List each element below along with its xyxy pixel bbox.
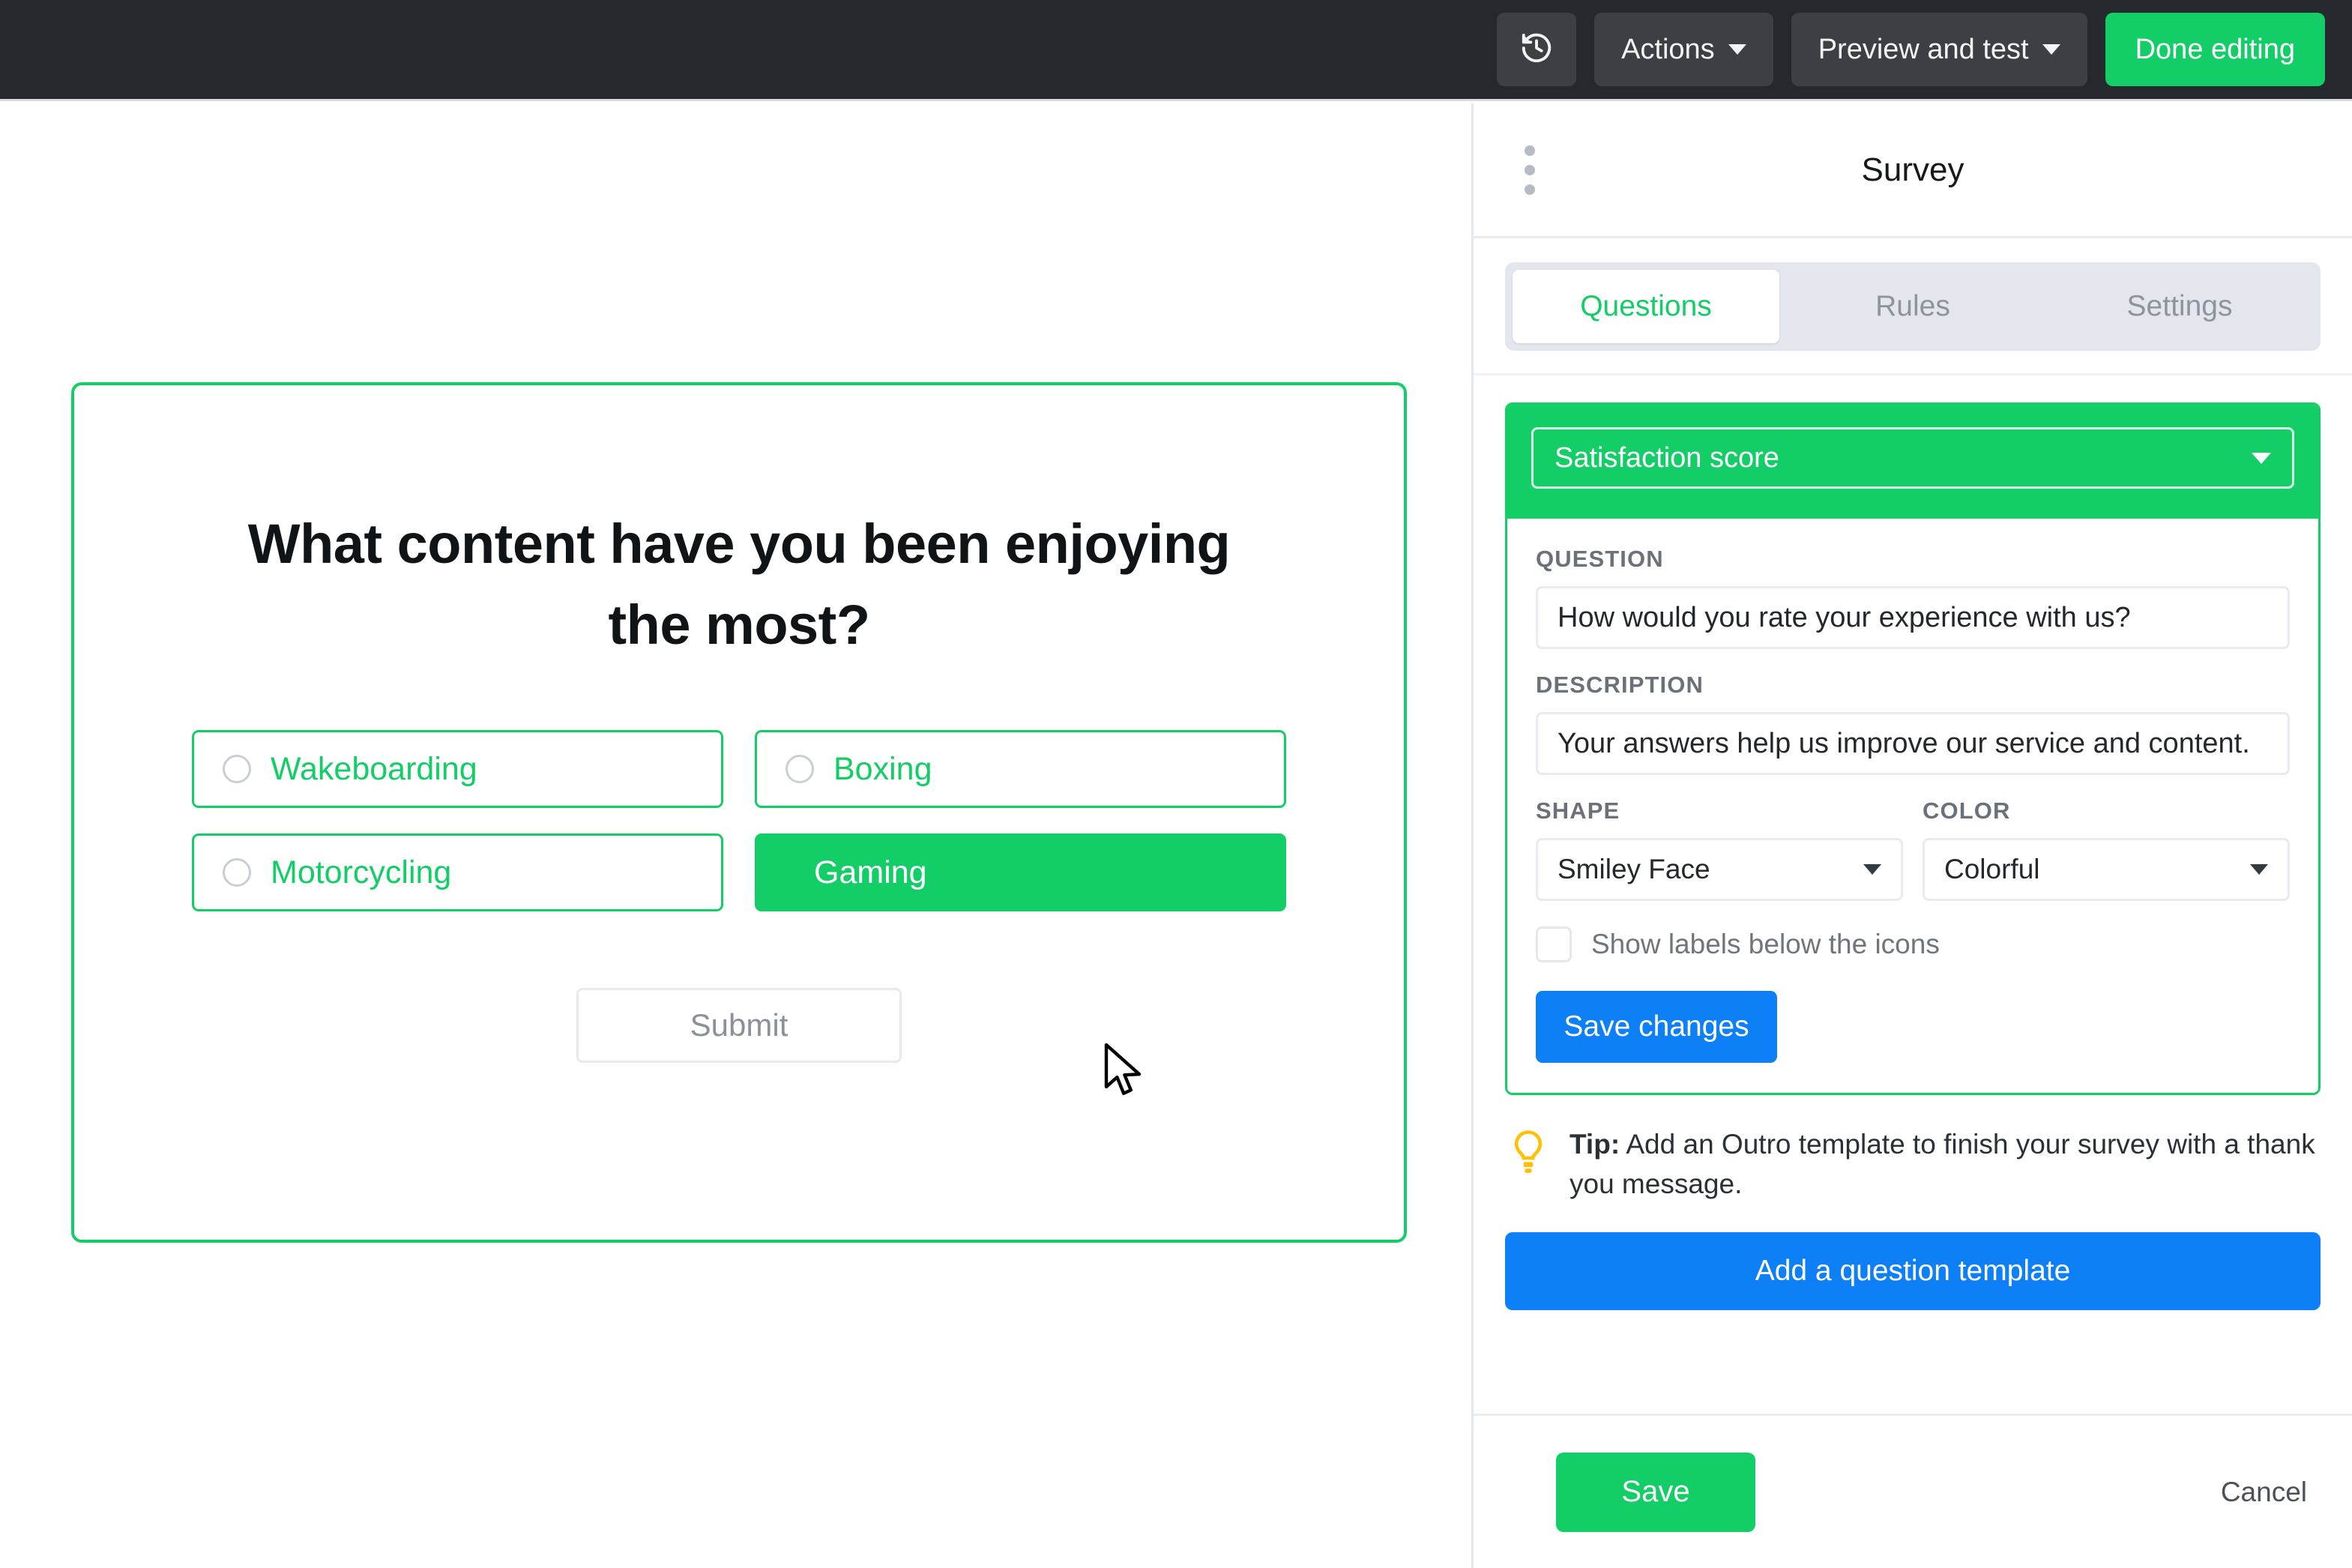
question-input[interactable]: How would you rate your experience with …	[1536, 586, 2290, 649]
more-vertical-icon[interactable]	[1525, 145, 1535, 195]
radio-icon	[223, 858, 251, 887]
preview-label: Preview and test	[1818, 33, 2029, 65]
done-editing-button[interactable]: Done editing	[2105, 13, 2325, 86]
survey-preview-pane: What content have you been enjoying the …	[0, 103, 1471, 1568]
add-question-template-button[interactable]: Add a question template	[1505, 1232, 2321, 1311]
survey-options-grid: Wakeboarding Boxing Motorcycling Gaming	[192, 730, 1286, 912]
chevron-down-icon	[2250, 864, 2268, 875]
color-select[interactable]: Colorful	[1923, 838, 2290, 901]
panel-tabs-wrapper: Questions Rules Settings	[1474, 238, 2352, 373]
tip-body: Add an Outro template to finish your sur…	[1569, 1129, 2315, 1199]
actions-menu-button[interactable]: Actions	[1594, 13, 1773, 86]
question-type-select[interactable]: Satisfaction score	[1531, 427, 2294, 489]
top-toolbar: Actions Preview and test Done editing	[0, 0, 2352, 101]
description-input[interactable]: Your answers help us improve our service…	[1536, 712, 2290, 775]
option-gaming[interactable]: Gaming	[755, 833, 1286, 912]
chevron-down-icon	[2042, 44, 2060, 55]
option-label: Gaming	[814, 854, 927, 890]
chevron-down-icon	[1863, 864, 1881, 875]
radio-icon	[223, 755, 251, 784]
panel-footer: Save Cancel	[1474, 1414, 2352, 1568]
question-editor-card: Satisfaction score QUESTION How would yo…	[1505, 402, 2321, 1095]
done-editing-label: Done editing	[2135, 33, 2295, 65]
tab-rules[interactable]: Rules	[1779, 270, 2046, 343]
panel-title: Survey	[1861, 151, 1964, 188]
panel-body: Satisfaction score QUESTION How would yo…	[1474, 373, 2352, 1414]
tab-questions[interactable]: Questions	[1513, 270, 1779, 343]
show-labels-label: Show labels below the icons	[1591, 929, 1940, 959]
option-label: Wakeboarding	[271, 750, 477, 787]
option-motorcycling[interactable]: Motorcycling	[192, 833, 723, 912]
color-field-label: COLOR	[1923, 797, 2011, 824]
save-changes-button[interactable]: Save changes	[1536, 991, 1777, 1063]
question-type-value: Satisfaction score	[1555, 441, 1779, 474]
survey-editor-panel: Survey Questions Rules Settings Satisfac…	[1471, 103, 2352, 1568]
cancel-button[interactable]: Cancel	[2221, 1477, 2307, 1508]
shape-field-label: SHAPE	[1536, 797, 1620, 824]
checkbox-icon[interactable]	[1536, 926, 1572, 962]
question-type-header: Satisfaction score	[1507, 405, 2318, 519]
tip-prefix: Tip:	[1569, 1129, 1620, 1160]
description-field-label: DESCRIPTION	[1536, 672, 1704, 698]
option-label: Motorcycling	[271, 854, 452, 890]
shape-field: SHAPE Smiley Face	[1536, 797, 1903, 901]
color-value: Colorful	[1944, 854, 2040, 884]
tip-text: Tip: Add an Outro template to finish you…	[1569, 1125, 2321, 1204]
submit-button[interactable]: Submit	[576, 988, 902, 1064]
shape-color-row: SHAPE Smiley Face COLOR Colorful	[1536, 797, 2290, 901]
radio-icon	[785, 755, 814, 784]
actions-label: Actions	[1621, 33, 1715, 65]
shape-value: Smiley Face	[1558, 854, 1710, 884]
option-boxing[interactable]: Boxing	[755, 730, 1286, 809]
tip-row: Tip: Add an Outro template to finish you…	[1474, 1095, 2352, 1204]
shape-select[interactable]: Smiley Face	[1536, 838, 1903, 901]
question-fields: QUESTION How would you rate your experie…	[1507, 519, 2318, 1093]
submit-wrapper: Submit	[576, 988, 902, 1064]
tab-settings[interactable]: Settings	[2046, 270, 2313, 343]
panel-tabs: Questions Rules Settings	[1505, 262, 2321, 351]
history-button[interactable]	[1497, 13, 1577, 86]
app-root: Actions Preview and test Done editing Wh…	[0, 0, 2352, 1568]
survey-question-title: What content have you been enjoying the …	[247, 513, 1231, 657]
color-field: COLOR Colorful	[1923, 797, 2290, 901]
preview-and-test-button[interactable]: Preview and test	[1791, 13, 2087, 86]
panel-header: Survey	[1474, 103, 2352, 238]
survey-preview-card: What content have you been enjoying the …	[71, 382, 1407, 1243]
question-field-label: QUESTION	[1536, 546, 1664, 572]
show-labels-checkbox-row[interactable]: Show labels below the icons	[1536, 926, 2290, 962]
chevron-down-icon	[2252, 452, 2271, 464]
save-button[interactable]: Save	[1556, 1452, 1755, 1532]
history-restore-icon	[1519, 31, 1554, 69]
option-label: Boxing	[833, 750, 932, 787]
lightbulb-icon	[1508, 1128, 1549, 1181]
chevron-down-icon	[1728, 44, 1746, 55]
option-wakeboarding[interactable]: Wakeboarding	[192, 730, 723, 809]
